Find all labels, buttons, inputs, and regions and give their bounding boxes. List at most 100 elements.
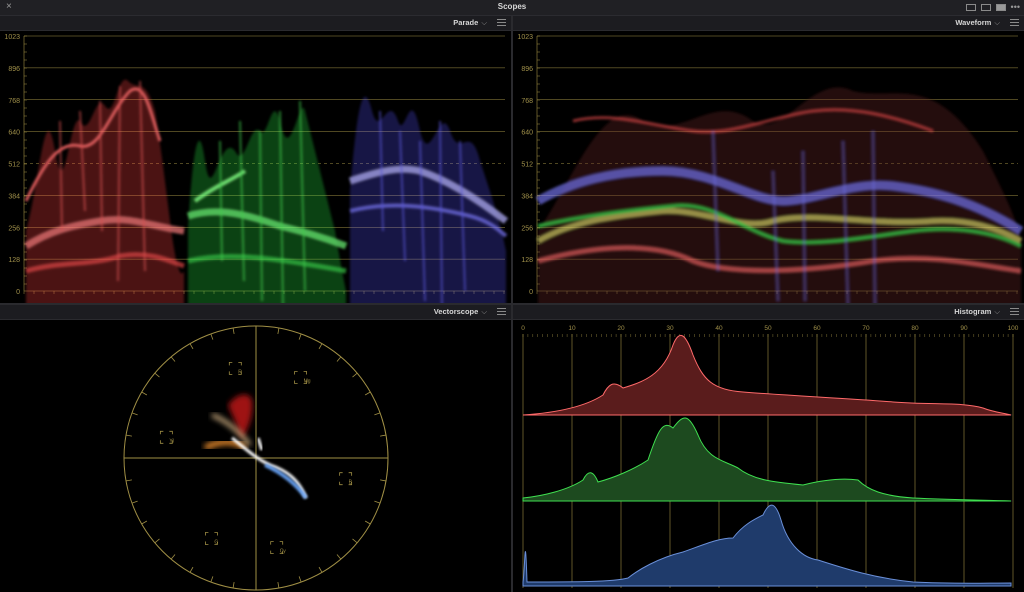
scale-label: 640 — [521, 130, 533, 137]
vertical-divider — [511, 16, 513, 592]
scale-label: 80 — [911, 325, 919, 332]
scale-label: 128 — [521, 257, 533, 264]
scale-label: 512 — [521, 162, 533, 169]
vectorscope-tick — [374, 412, 381, 416]
parade-panel: Parade ⌵ 1023 896 768 640 512 384 256 128 0 — [0, 16, 511, 304]
parade-red-trace — [24, 79, 185, 304]
histogram-green-channel — [522, 417, 1012, 502]
vectorscope-tick — [298, 576, 302, 583]
scale-label: 30 — [666, 325, 674, 332]
vectorscope-tick — [210, 333, 214, 340]
scale-label: 70 — [862, 325, 870, 332]
scale-label: 20 — [617, 325, 625, 332]
single-layout-icon[interactable] — [965, 4, 976, 11]
more-options-icon[interactable]: ••• — [1011, 3, 1020, 12]
vectorscope-tick — [210, 576, 214, 583]
scale-label: 10 — [568, 325, 576, 332]
scale-label: 640 — [8, 130, 20, 137]
waveform-scope: 1023 896 768 640 512 384 256 128 0 — [517, 34, 1024, 304]
scale-label: 256 — [8, 225, 20, 232]
target-label: Mg — [304, 379, 311, 385]
scale-label: 0 — [16, 289, 20, 296]
target-label: Cy — [280, 549, 287, 555]
vectorscope-tick — [374, 500, 381, 504]
histogram-header: Histogram ⌵ — [513, 305, 1024, 320]
target-label: G — [214, 539, 218, 545]
vectorscope-tick — [364, 520, 371, 525]
vectorscope-tick — [189, 343, 194, 350]
waveform-header: Waveform ⌵ — [513, 16, 1024, 31]
vectorscope-tick — [131, 500, 138, 504]
vectorscope-tick — [352, 372, 358, 378]
vectorscope-tick — [380, 479, 387, 482]
vectorscope-target: Cy — [270, 541, 287, 555]
vectorscope-tick — [170, 554, 176, 560]
window-title: Scopes — [497, 2, 527, 11]
waveform-options-icon[interactable] — [1010, 19, 1019, 27]
vectorscope-tick — [125, 479, 132, 482]
vectorscope-tick — [318, 343, 323, 350]
scale-label: 256 — [521, 225, 533, 232]
scale-label: 384 — [8, 193, 20, 200]
vectorscope-target: Mg — [294, 371, 311, 385]
vectorscope-tick — [232, 582, 235, 589]
vectorscope-tick — [352, 538, 358, 544]
vectorscope-tick — [298, 333, 302, 340]
vectorscope-title: Vectorscope — [433, 307, 479, 316]
vectorscope-selector[interactable]: Vectorscope ⌵ — [434, 307, 487, 317]
vectorscope-target: G — [204, 532, 218, 545]
parade-selector[interactable]: Parade ⌵ — [453, 18, 487, 28]
scale-label: 896 — [8, 66, 20, 73]
chevron-down-icon: ⌵ — [994, 307, 1000, 316]
waveform-panel: Waveform ⌵ 1023 896 768 640 512 384 256 128 0 — [513, 16, 1024, 304]
scale-label: 0 — [521, 325, 525, 332]
scale-label: 1023 — [4, 34, 20, 41]
vectorscope-tick — [170, 356, 176, 362]
vectorscope-tick — [277, 327, 280, 334]
parade-scope: 1023 896 768 640 512 384 256 128 0 — [4, 34, 509, 304]
window-titlebar: × Scopes ••• — [0, 0, 1024, 16]
dual-layout-icon[interactable] — [980, 4, 991, 11]
vectorscope-tick — [364, 391, 371, 396]
chevron-down-icon: ⌵ — [481, 307, 487, 316]
histogram-selector[interactable]: Histogram ⌵ — [954, 307, 1000, 317]
scale-label: 100 — [1008, 325, 1019, 332]
scale-label: 90 — [960, 325, 968, 332]
quad-layout-icon[interactable] — [995, 4, 1006, 11]
histogram-panel: Histogram ⌵ 0 10 20 30 40 50 60 70 80 90 100 — [513, 305, 1024, 592]
parade-header: Parade ⌵ — [0, 16, 511, 31]
scale-label: 512 — [8, 162, 20, 169]
vectorscope-tick — [189, 566, 194, 573]
vectorscope-options-icon[interactable] — [497, 308, 506, 316]
vectorscope-tick — [141, 391, 148, 396]
histogram-red-channel — [522, 335, 1012, 416]
scale-label: 50 — [764, 325, 772, 332]
vectorscope-header: Vectorscope ⌵ — [0, 305, 511, 320]
vectorscope-tick — [154, 372, 160, 378]
vectorscope-target: R — [228, 361, 242, 375]
vectorscope-target: Yl — [159, 430, 174, 444]
vectorscope-tick — [125, 434, 132, 437]
waveform-selector[interactable]: Waveform ⌵ — [955, 18, 1000, 28]
chevron-down-icon: ⌵ — [481, 18, 487, 27]
vectorscope-panel: Vectorscope ⌵ R Mg B Cy G Yl — [0, 305, 511, 592]
vectorscope-tick — [336, 554, 342, 560]
vectorscope-tick — [131, 412, 138, 416]
parade-scale: 1023 896 768 640 512 384 256 128 0 — [4, 34, 20, 296]
scale-label: 40 — [715, 325, 723, 332]
vectorscope-tick — [277, 582, 280, 589]
target-label: R — [238, 369, 242, 375]
waveform-trace — [535, 87, 1024, 304]
scale-label: 1023 — [517, 34, 533, 41]
scale-label: 768 — [521, 98, 533, 105]
waveform-title: Waveform — [955, 18, 992, 27]
histogram-blue-channel — [522, 504, 1012, 587]
scale-label: 128 — [8, 257, 20, 264]
vectorscope-tick — [154, 538, 160, 544]
parade-options-icon[interactable] — [497, 19, 506, 27]
target-label: Yl — [169, 438, 173, 444]
vectorscope-tick — [336, 356, 342, 362]
histogram-options-icon[interactable] — [1010, 308, 1019, 316]
chevron-down-icon: ⌵ — [994, 18, 1000, 27]
vectorscope-tick — [380, 434, 387, 437]
